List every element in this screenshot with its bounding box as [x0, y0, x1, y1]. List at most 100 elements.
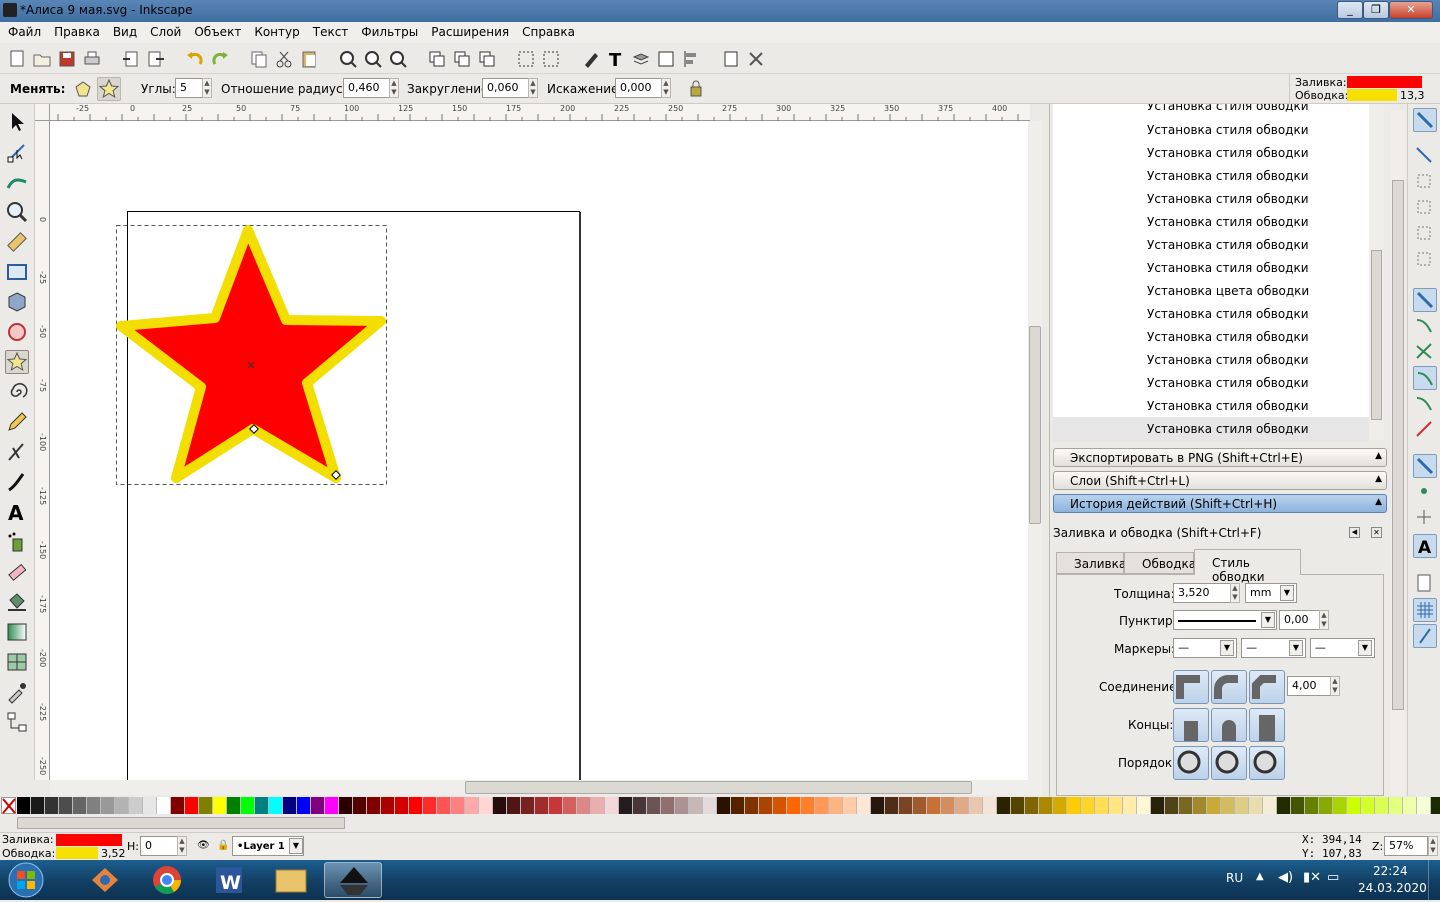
text-tool-icon[interactable]: A: [5, 500, 29, 525]
palette-swatch[interactable]: [493, 797, 507, 814]
start-marker-dropdown-icon[interactable]: ▼: [1220, 640, 1234, 656]
palette-swatch[interactable]: [913, 797, 927, 814]
palette-swatch[interactable]: [171, 797, 185, 814]
minimize-button[interactable]: _: [1337, 1, 1363, 19]
palette-swatch[interactable]: [1025, 797, 1039, 814]
palette-swatch[interactable]: [1011, 797, 1025, 814]
palette-swatch[interactable]: [185, 797, 199, 814]
history-item[interactable]: Установка стиля обводки: [1147, 376, 1309, 390]
palette-swatch[interactable]: [1431, 797, 1440, 814]
rectangle-tool-icon[interactable]: [5, 260, 29, 284]
palette-swatch[interactable]: [591, 797, 605, 814]
snap-midpoints-icon[interactable]: [1413, 418, 1437, 442]
xml-editor-icon[interactable]: [655, 48, 675, 68]
star-mode-icon[interactable]: [97, 77, 121, 101]
distortion-input[interactable]: 0,000: [615, 78, 662, 98]
clock-time[interactable]: 22:24: [1373, 864, 1408, 878]
history-list[interactable]: Установка стиля обводки Установка стиля …: [1053, 104, 1369, 442]
history-item[interactable]: Установка стиля обводки: [1147, 353, 1309, 367]
language-indicator[interactable]: RU: [1226, 871, 1243, 885]
snap-bbox-corner-icon[interactable]: [1413, 196, 1437, 220]
palette-swatch[interactable]: [1263, 797, 1277, 814]
tab-fill[interactable]: Заливка: [1056, 552, 1126, 574]
order-fill-stroke-markers-button[interactable]: [1173, 746, 1209, 780]
palette-swatch[interactable]: [143, 797, 157, 814]
miter-join-button[interactable]: [1173, 670, 1209, 704]
palette-swatch[interactable]: [997, 797, 1011, 814]
snap-paths-icon[interactable]: [1413, 314, 1437, 338]
palette-swatch[interactable]: [157, 797, 171, 814]
taskbar-inkscape-icon[interactable]: [324, 862, 382, 898]
palette-swatch[interactable]: [745, 797, 759, 814]
taskbar-word-icon[interactable]: W: [200, 862, 258, 898]
palette-swatch[interactable]: [1417, 797, 1431, 814]
zoom-drawing-icon[interactable]: [362, 48, 382, 68]
export-png-dock[interactable]: Экспортировать в PNG (Shift+Ctrl+E) ▲: [1053, 448, 1387, 467]
horizontal-scrollbar[interactable]: [50, 780, 1042, 795]
pencil-tool-icon[interactable]: [5, 410, 29, 434]
copy-icon[interactable]: [248, 48, 268, 68]
cut-icon[interactable]: [273, 48, 293, 68]
dash-offset-input[interactable]: 0,00: [1279, 610, 1321, 630]
palette-swatch[interactable]: [871, 797, 885, 814]
snap-grid-icon[interactable]: [1413, 598, 1437, 622]
palette-swatch[interactable]: [703, 797, 717, 814]
style-indicator[interactable]: Заливка: Обводка: 13,3: [1289, 74, 1425, 104]
palette-swatch[interactable]: [1039, 797, 1053, 814]
dropper-tool-icon[interactable]: [5, 680, 29, 704]
palette-swatch[interactable]: [409, 797, 423, 814]
palette-swatch[interactable]: [283, 797, 297, 814]
print-icon[interactable]: [81, 48, 101, 68]
dash-dropdown-icon[interactable]: ▼: [1261, 612, 1275, 628]
palette-swatch[interactable]: [45, 797, 59, 814]
palette-swatch[interactable]: [1375, 797, 1389, 814]
undo-icon[interactable]: [184, 48, 204, 68]
palette-swatch[interactable]: [395, 797, 409, 814]
palette-swatch[interactable]: [1361, 797, 1375, 814]
palette-swatch[interactable]: [1081, 797, 1095, 814]
tray-expand-icon[interactable]: ▲: [1256, 871, 1264, 882]
palette-swatches[interactable]: [17, 797, 1440, 814]
action-center-icon[interactable]: ▭: [1327, 870, 1339, 885]
palette-swatch[interactable]: [563, 797, 577, 814]
layers-dock[interactable]: Слои (Shift+Ctrl+L) ▲: [1053, 471, 1387, 490]
round-join-button[interactable]: [1211, 670, 1247, 704]
duplicate-icon[interactable]: [426, 48, 446, 68]
palette-swatch[interactable]: [129, 797, 143, 814]
palette-swatch[interactable]: [773, 797, 787, 814]
palette-swatch[interactable]: [675, 797, 689, 814]
zoom-input[interactable]: 57%: [1384, 836, 1428, 856]
rounding-input[interactable]: 0,060: [482, 78, 529, 98]
palette-swatch[interactable]: [535, 797, 549, 814]
fill-stroke-icon[interactable]: [580, 48, 600, 68]
palette-swatch[interactable]: [101, 797, 115, 814]
history-item[interactable]: Установка стиля обводки: [1147, 169, 1309, 183]
palette-swatch[interactable]: [605, 797, 619, 814]
miter-limit-input[interactable]: 4,00: [1287, 676, 1331, 696]
palette-swatch[interactable]: [829, 797, 843, 814]
palette-swatch[interactable]: [479, 797, 493, 814]
snap-bbox-center-icon[interactable]: [1413, 248, 1437, 272]
layer-lock-icon[interactable]: 🔒: [217, 840, 229, 851]
taskbar-chrome-icon[interactable]: [138, 862, 196, 898]
palette-swatch[interactable]: [619, 797, 633, 814]
palette-swatch[interactable]: [857, 797, 871, 814]
palette-swatch[interactable]: [339, 797, 353, 814]
palette-swatch[interactable]: [241, 797, 255, 814]
vertical-scrollbar[interactable]: [1028, 121, 1042, 780]
palette-swatch[interactable]: [1193, 797, 1207, 814]
menu-filters[interactable]: Фильтры: [353, 22, 423, 39]
open-folder-icon[interactable]: [31, 48, 51, 68]
zoom-page-icon[interactable]: [387, 48, 407, 68]
canvas-drawing[interactable]: [50, 121, 1028, 780]
node-tool-icon[interactable]: [5, 140, 29, 164]
palette-swatch[interactable]: [899, 797, 913, 814]
palette-swatch[interactable]: [1207, 797, 1221, 814]
pen-tool-icon[interactable]: [5, 440, 29, 464]
palette-swatch[interactable]: [549, 797, 563, 814]
palette-scrollbar[interactable]: [0, 816, 1440, 832]
history-item[interactable]: Установка стиля обводки: [1147, 238, 1309, 252]
snap-others-icon[interactable]: [1413, 454, 1437, 478]
dock-scrollbar[interactable]: [1391, 110, 1405, 796]
mid-marker-dropdown-icon[interactable]: ▼: [1289, 640, 1303, 656]
